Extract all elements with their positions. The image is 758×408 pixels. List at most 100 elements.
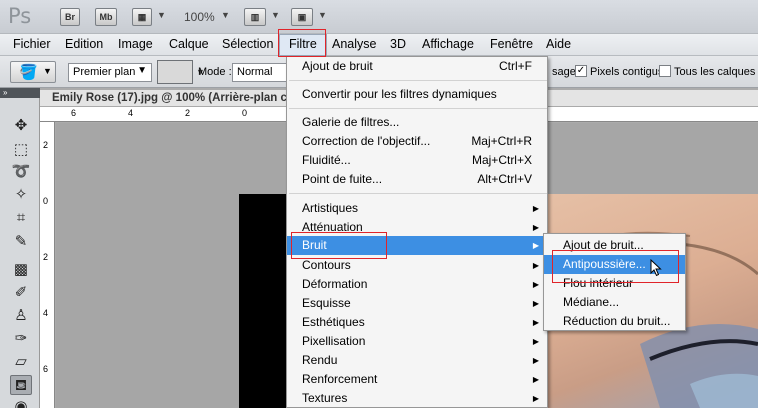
brush-icon: ✐ <box>14 284 28 301</box>
menu-calque[interactable]: Calque <box>169 37 209 51</box>
menu-item-label: Ajout de bruit <box>302 59 373 73</box>
menu-item-pixellisation[interactable]: Pixellisation ▶ <box>287 332 549 351</box>
submenu-arrow-icon: ▶ <box>532 223 539 232</box>
mode-label: Mode : <box>198 66 232 78</box>
bridge-button[interactable]: Br <box>60 8 80 26</box>
anti-alias-label: sage <box>552 66 576 78</box>
ruler-label: 2 <box>185 108 191 118</box>
toolbox: » ✥ ⬚ ➰ ✧ ⌗ ✎ ▩ ✐ ♙ ✑ ▱ ⛾ ◉ <box>0 88 40 408</box>
tous-les-calques-checkbox[interactable] <box>659 65 671 77</box>
menu-item-label: Pixellisation <box>302 334 366 348</box>
menu-item-correction-objectif[interactable]: Correction de l'objectif... Maj+Ctrl+R <box>287 132 549 151</box>
menu-item-renforcement[interactable]: Renforcement ▶ <box>287 370 549 389</box>
menu-item-point-de-fuite[interactable]: Point de fuite... Alt+Ctrl+V <box>287 170 549 189</box>
chevron-down-icon[interactable]: ▼ <box>157 10 166 20</box>
paint-bucket-tool[interactable]: ⛾ <box>10 375 32 395</box>
history-brush-icon: ✑ <box>14 330 28 347</box>
menu-fenetre[interactable]: Fenêtre <box>490 37 533 51</box>
menu-item-label: Artistiques <box>302 201 359 215</box>
crop-tool[interactable]: ⌗ <box>10 208 32 228</box>
eyedropper-tool[interactable]: ✎ <box>10 232 32 252</box>
submenu-arrow-icon: ▶ <box>532 375 539 384</box>
menu-3d[interactable]: 3D <box>390 37 406 51</box>
mode-select[interactable]: Normal <box>232 63 292 82</box>
magic-wand-icon: ✧ <box>14 186 28 203</box>
blur-icon: ◉ <box>14 398 28 408</box>
menu-item-label: Déformation <box>302 277 368 291</box>
chevron-down-icon: ▼ <box>137 65 147 76</box>
eraser-icon: ▱ <box>15 353 27 370</box>
ruler-label: 2 <box>43 252 49 262</box>
menu-fichier[interactable]: Fichier <box>13 37 51 51</box>
menu-aide[interactable]: Aide <box>546 37 571 51</box>
menu-item-label: Contours <box>302 258 351 272</box>
menu-selection[interactable]: Sélection <box>222 37 273 51</box>
menu-item-rendu[interactable]: Rendu ▶ <box>287 351 549 370</box>
pixels-contigus-checkbox[interactable]: ✓ <box>575 65 587 77</box>
tool-preset-picker[interactable]: 🪣 ▼ <box>10 61 56 83</box>
menu-item-textures[interactable]: Textures ▶ <box>287 389 549 408</box>
move-icon: ✥ <box>14 117 28 134</box>
menu-separator <box>289 193 547 194</box>
menu-item-esthetiques[interactable]: Esthétiques ▶ <box>287 313 549 332</box>
marquee-tool[interactable]: ⬚ <box>10 140 32 160</box>
menu-item-deformation[interactable]: Déformation ▶ <box>287 275 549 294</box>
healing-brush-tool[interactable]: ▩ <box>10 260 32 280</box>
menu-analyse[interactable]: Analyse <box>332 37 376 51</box>
fill-source-select[interactable]: Premier plan ▼ <box>68 63 152 82</box>
screen-mode-button[interactable]: ▣ <box>291 8 313 26</box>
eraser-tool[interactable]: ▱ <box>10 352 32 372</box>
stamp-icon: ♙ <box>14 307 28 324</box>
submenu-item-reduction-du-bruit[interactable]: Réduction du bruit... <box>544 312 685 331</box>
vertical-ruler: 2 0 2 4 6 <box>40 122 55 408</box>
screen-mode-icon: ▣ <box>297 12 307 22</box>
move-tool[interactable]: ✥ <box>10 116 32 136</box>
double-chevron-icon: » <box>3 88 8 97</box>
chevron-down-icon: ▼ <box>43 66 52 76</box>
submenu-item-mediane[interactable]: Médiane... <box>544 293 685 312</box>
arrange-documents-button[interactable]: ▥ <box>244 8 266 26</box>
menu-item-fluidite[interactable]: Fluidité... Maj+Ctrl+X <box>287 151 549 170</box>
mini-bridge-button[interactable]: Mb <box>95 8 117 26</box>
blur-tool[interactable]: ◉ <box>10 397 32 408</box>
menu-separator <box>289 80 547 81</box>
chevron-down-icon[interactable]: ▼ <box>271 10 280 20</box>
brush-tool[interactable]: ✐ <box>10 283 32 303</box>
paint-bucket-icon: ⛾ <box>14 377 28 394</box>
menu-item-esquisse[interactable]: Esquisse ▶ <box>287 294 549 313</box>
menu-image[interactable]: Image <box>118 37 153 51</box>
menu-item-artistiques[interactable]: Artistiques ▶ <box>287 199 549 218</box>
chevron-down-icon[interactable]: ▼ <box>221 10 230 20</box>
menu-item-label: Esquisse <box>302 296 351 310</box>
menu-item-label: Fluidité... <box>302 153 351 167</box>
menu-item-label: Textures <box>302 391 348 405</box>
submenu-arrow-icon: ▶ <box>532 356 539 365</box>
menu-affichage[interactable]: Affichage <box>422 37 474 51</box>
ruler-label: 0 <box>242 108 248 118</box>
menu-edition[interactable]: Edition <box>65 37 103 51</box>
menu-item-ajout-de-bruit-last[interactable]: Ajout de bruit Ctrl+F <box>287 57 549 76</box>
application-bar: Ps Br Mb ▦ ▼ 100% ▼ ▥ ▼ ▣ ▼ <box>0 0 758 34</box>
shortcut-label: Maj+Ctrl+X <box>471 153 532 167</box>
view-extras-button[interactable]: ▦ <box>132 8 152 26</box>
submenu-arrow-icon: ▶ <box>532 280 539 289</box>
menu-separator <box>289 108 547 109</box>
lasso-tool[interactable]: ➰ <box>10 162 32 182</box>
chevron-down-icon[interactable]: ▼ <box>318 10 327 20</box>
mouse-cursor-icon <box>650 259 662 277</box>
zoom-level[interactable]: 100% <box>184 10 215 24</box>
pixels-contigus-label: Pixels contigus <box>590 66 664 78</box>
toolbox-header[interactable]: » <box>0 88 40 98</box>
clone-stamp-tool[interactable]: ♙ <box>10 306 32 326</box>
menu-item-convertir[interactable]: Convertir pour les filtres dynamiques <box>287 85 549 104</box>
quick-selection-tool[interactable]: ✧ <box>10 185 32 205</box>
pattern-swatch[interactable] <box>157 60 193 84</box>
submenu-arrow-icon: ▶ <box>532 261 539 270</box>
shortcut-label: Ctrl+F <box>499 59 532 73</box>
submenu-arrow-icon: ▶ <box>532 394 539 403</box>
menu-item-galerie[interactable]: Galerie de filtres... <box>287 113 549 132</box>
submenu-arrow-icon: ▶ <box>532 241 539 250</box>
menu-item-label: Renforcement <box>302 372 378 386</box>
history-brush-tool[interactable]: ✑ <box>10 329 32 349</box>
crop-icon: ⌗ <box>16 209 26 226</box>
